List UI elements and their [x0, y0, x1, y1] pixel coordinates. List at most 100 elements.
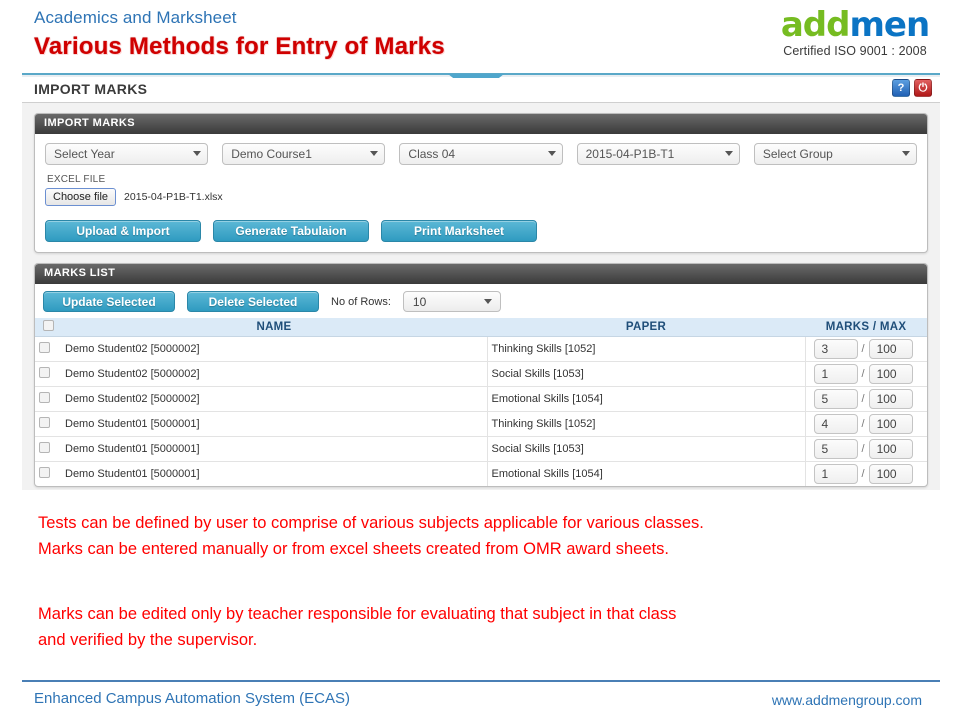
cell-paper: Social Skills [1053]	[486, 360, 805, 386]
max-marks-input[interactable]: 100	[868, 338, 913, 359]
select-course[interactable]: Demo Course1	[222, 143, 386, 165]
table-row: Demo Student02 [5000002] Emotional Skills…	[35, 385, 927, 411]
table-row: Demo Student02 [5000002] Social Skills [1…	[35, 360, 927, 386]
delete-selected-button[interactable]: Delete Selected	[187, 291, 319, 312]
cell-paper: Emotional Skills [1054]	[486, 385, 805, 411]
select-all-checkbox[interactable]	[42, 319, 54, 331]
cell-marks: 1/100	[804, 460, 927, 486]
footer-left-text: Enhanced Campus Automation System (ECAS)	[34, 690, 350, 707]
addmen-logo: addmen Certified ISO 9001 : 2008	[760, 8, 950, 58]
cell-student-name: Demo Student02 [5000002]	[61, 335, 487, 361]
marks-input-group: 1/100	[810, 363, 924, 384]
row-select-cell[interactable]	[35, 385, 61, 411]
cell-paper: Social Skills [1053]	[486, 435, 805, 461]
print-marksheet-button[interactable]: Print Marksheet	[381, 220, 537, 242]
power-icon[interactable]: ⏻	[914, 79, 932, 97]
chevron-down-icon	[724, 151, 733, 156]
upload-import-button[interactable]: Upload & Import	[45, 220, 201, 242]
marks-input[interactable]: 5	[813, 388, 858, 409]
cell-marks: 1/100	[804, 360, 927, 386]
marks-input-group: 3/100	[810, 338, 924, 359]
row-select-cell[interactable]	[35, 460, 61, 486]
row-checkbox[interactable]	[39, 391, 50, 403]
table-row: Demo Student02 [5000002] Thinking Skills …	[35, 335, 927, 361]
marks-input[interactable]: 5	[813, 438, 858, 459]
slash-separator: /	[861, 417, 865, 430]
row-select-cell[interactable]	[35, 335, 61, 361]
select-year[interactable]: Select Year	[45, 143, 209, 165]
app-topbar: IMPORT MARKS ? ⏻	[22, 78, 940, 103]
max-marks-input[interactable]: 100	[868, 463, 913, 484]
select-group[interactable]: Select Group	[753, 143, 918, 165]
choose-file-button[interactable]: Choose file	[45, 188, 117, 206]
slash-separator: /	[861, 367, 865, 380]
logo-iso-certification: Certified ISO 9001 : 2008	[783, 44, 927, 58]
table-header-row: NAME PAPER MARKS / MAX	[35, 318, 927, 337]
select-test-value: 2015-04-P1B-T1	[585, 147, 675, 161]
chevron-down-icon	[483, 299, 492, 304]
footer-website-link[interactable]: www.addmengroup.com	[772, 692, 922, 708]
row-select-cell[interactable]	[35, 360, 61, 386]
note2-line1: Marks can be edited only by teacher resp…	[38, 605, 677, 623]
cell-student-name: Demo Student02 [5000002]	[61, 360, 487, 386]
table-row: Demo Student01 [5000001] Thinking Skills …	[35, 410, 927, 436]
import-panel-heading: IMPORT MARKS	[35, 114, 927, 134]
marks-list-heading: MARKS LIST	[35, 264, 927, 284]
cell-student-name: Demo Student01 [5000001]	[61, 410, 487, 436]
select-year-value: Select Year	[54, 147, 115, 161]
row-checkbox[interactable]	[39, 441, 50, 453]
column-header-marks: MARKS / MAX	[805, 318, 927, 337]
note-paragraph-1: Tests can be defined by user to comprise…	[38, 510, 704, 562]
row-checkbox[interactable]	[39, 341, 50, 353]
select-all-header[interactable]	[35, 318, 61, 337]
cell-paper: Thinking Skills [1052]	[486, 335, 805, 361]
max-marks-input[interactable]: 100	[868, 363, 913, 384]
cell-student-name: Demo Student01 [5000001]	[61, 460, 487, 486]
max-marks-input[interactable]: 100	[868, 388, 913, 409]
question-mark-icon[interactable]: ?	[892, 79, 910, 97]
row-checkbox[interactable]	[39, 466, 50, 478]
row-checkbox[interactable]	[39, 366, 50, 378]
row-checkbox[interactable]	[39, 416, 50, 428]
select-test[interactable]: 2015-04-P1B-T1	[576, 143, 740, 165]
max-marks-input[interactable]: 100	[868, 438, 913, 459]
marks-list-toolbar: Update Selected Delete Selected No of Ro…	[35, 284, 927, 318]
logo-text-men: men	[849, 5, 930, 45]
slash-separator: /	[861, 467, 865, 480]
marks-input-group: 5/100	[810, 438, 924, 459]
generate-tabulation-button[interactable]: Generate Tabulaion	[213, 220, 369, 242]
marks-input[interactable]: 1	[813, 363, 858, 384]
chevron-down-icon	[370, 151, 379, 156]
update-selected-button[interactable]: Update Selected	[43, 291, 175, 312]
application-window: IMPORT MARKS ? ⏻ IMPORT MARKS Select Yea…	[22, 78, 940, 490]
row-select-cell[interactable]	[35, 435, 61, 461]
table-row: Demo Student01 [5000001] Social Skills [1…	[35, 435, 927, 461]
filter-select-row: Select Year Demo Course1 Class 04 2015-0…	[45, 143, 918, 165]
footer-divider	[22, 680, 940, 682]
no-of-rows-select[interactable]: 10	[402, 291, 501, 312]
select-class[interactable]: Class 04	[399, 143, 563, 165]
column-header-paper: PAPER	[487, 318, 805, 337]
marks-input[interactable]: 4	[813, 413, 858, 434]
cell-marks: 5/100	[804, 435, 927, 461]
marks-input-group: 4/100	[810, 413, 924, 434]
excel-file-label: EXCEL FILE	[47, 174, 106, 185]
select-group-value: Select Group	[762, 147, 833, 161]
import-marks-panel: IMPORT MARKS Select Year Demo Course1 Cl…	[34, 113, 928, 253]
selected-file-name: 2015-04-P1B-T1.xlsx	[124, 191, 223, 203]
slide-root: Academics and Marksheet Various Methods …	[0, 0, 960, 720]
app-topbar-title: IMPORT MARKS	[34, 81, 148, 97]
chevron-down-icon	[193, 151, 202, 156]
table-row: Demo Student01 [5000001] Emotional Skills…	[35, 460, 927, 486]
marks-input[interactable]: 3	[813, 338, 858, 359]
marks-input[interactable]: 1	[813, 463, 858, 484]
row-select-cell[interactable]	[35, 410, 61, 436]
logo-text-add: add	[780, 5, 851, 45]
note-paragraph-2: Marks can be edited only by teacher resp…	[38, 601, 676, 653]
logo-wordmark: addmen	[760, 8, 950, 42]
note1-line2: Marks can be entered manually or from ex…	[38, 540, 669, 558]
app-body: IMPORT MARKS Select Year Demo Course1 Cl…	[22, 103, 940, 490]
max-marks-input[interactable]: 100	[868, 413, 913, 434]
slash-separator: /	[861, 442, 865, 455]
cell-paper: Emotional Skills [1054]	[486, 460, 805, 486]
